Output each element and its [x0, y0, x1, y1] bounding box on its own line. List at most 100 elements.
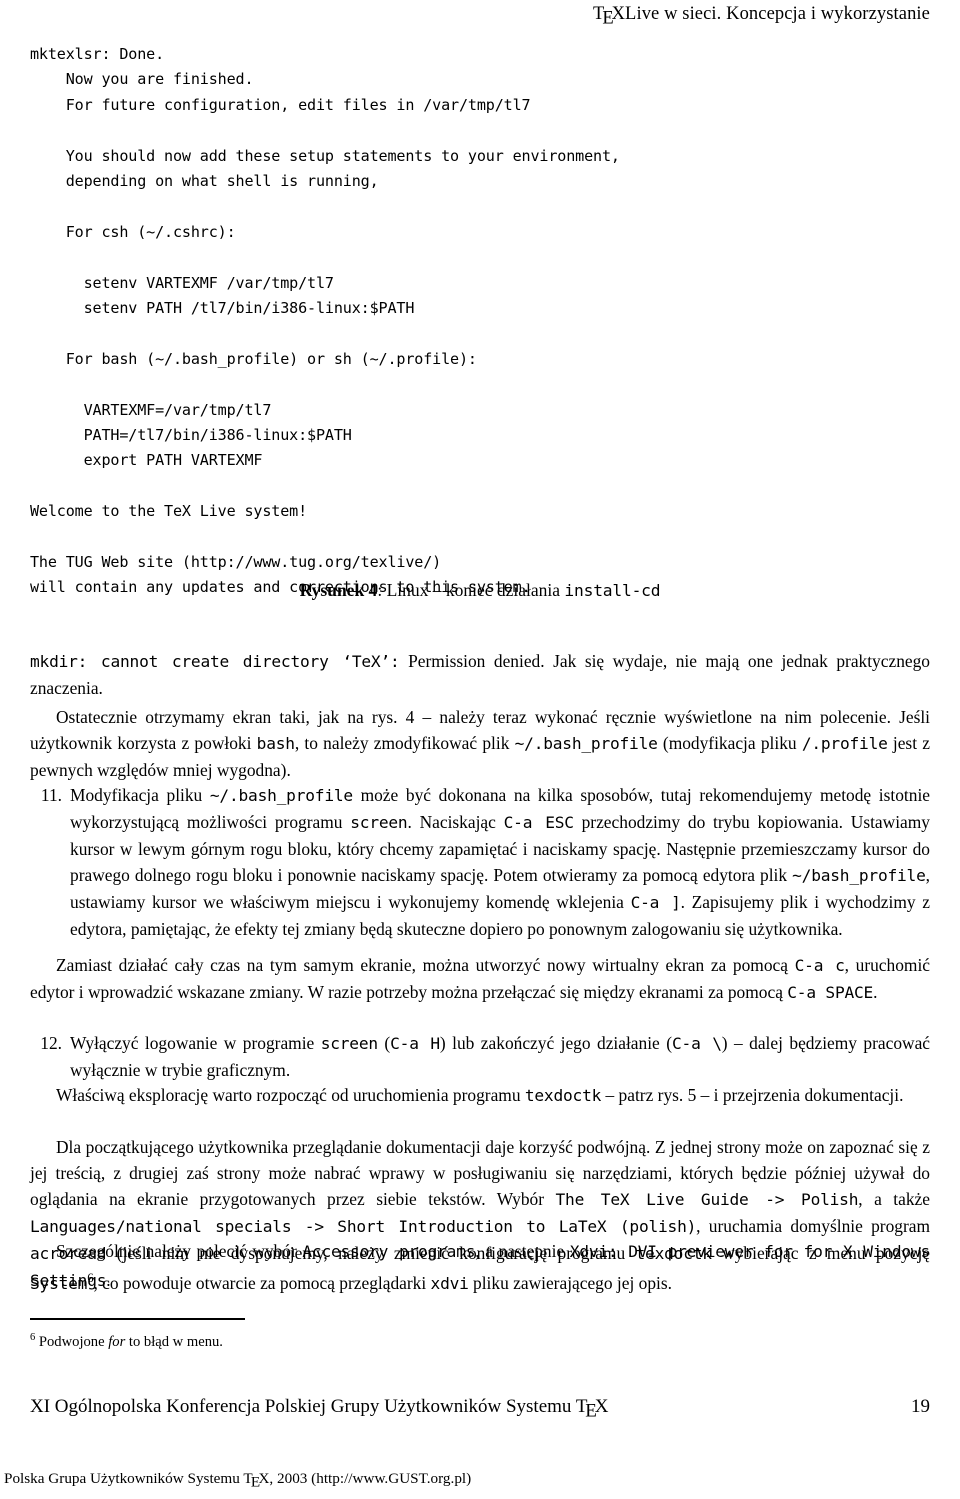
paragraph-final-screen-text: Ostatecznie otrzymamy ekran taki, jak na… [30, 704, 930, 783]
terminal-line: The TUG Web site (http://www.tug.org/tex… [30, 553, 442, 572]
final-bash-code: bash [256, 734, 295, 754]
para-accessory-code-1: Accessory programs [302, 1242, 476, 1261]
item-12-code-5: C-a \ [672, 1034, 722, 1053]
item-11-text-4: . Naciskając [407, 812, 504, 833]
terminal-line: export PATH VARTEXMF [30, 451, 263, 470]
footnote-post: to błąd w menu. [125, 1333, 223, 1350]
final-file1-code: ~/.bash_profile [514, 734, 658, 754]
figure-caption-code: install-cd [564, 581, 661, 600]
item-11-code-1: ~/.bash_profile [209, 786, 353, 805]
running-head: TEXLive w sieci. Koncepcja i wykorzystan… [593, 4, 930, 28]
colophon: Polska Grupa Użytkowników Systemu TEX, 2… [4, 1470, 472, 1490]
paragraph-mkdir-text: mkdir: cannot create directory ‘TeX’: Pe… [30, 648, 930, 701]
terminal-line: Welcome to the TeX Live system! [30, 502, 308, 521]
item-11-code-7: ~/bash_profile [792, 866, 926, 886]
terminal-line: PATH=/tl7/bin/i386-linux:$PATH [30, 426, 352, 445]
colophon-pre: Polska Grupa Użytkowników Systemu [4, 1470, 244, 1487]
para-accessory-text-5: , co powoduje otwarcie za pomocą przeglą… [93, 1272, 431, 1293]
terminal-line: mktexlsr: Done. [30, 45, 165, 63]
para-texdoctk-text-2: – patrz rys. 5 – i przejrzenia dokumenta… [601, 1085, 904, 1105]
footnote-rule [30, 1318, 245, 1320]
para-texdoctk-text-0: Właściwą eksplorację warto rozpocząć od … [56, 1085, 525, 1105]
paragraph-texdoctk: Właściwą eksplorację warto rozpocząć od … [30, 1082, 930, 1109]
terminal-output-block: mktexlsr: Done. Now you are finished. Fo… [30, 42, 930, 601]
list-item-11: 11. Modyfikacja pliku ~/.bash_profile mo… [30, 782, 930, 943]
figure-label: Rysunek 4 [299, 580, 378, 600]
para-accessory-text-2: , a następnie [475, 1241, 570, 1261]
list-item: 12. Wyłączyć logowanie w programie scree… [30, 1030, 930, 1083]
page-footer: XI Ogólnopolska Konferencja Polskiej Gru… [30, 1396, 930, 1421]
para-accessory-text-0: Szczególnie należy polecić wybór [56, 1241, 303, 1261]
terminal-line: depending on what shell is running, [30, 172, 379, 191]
paragraph-virtual-screen-text: Zamiast działać cały czas na tym samym e… [30, 952, 930, 1006]
para-accessory-code-6: xdvi [430, 1273, 469, 1293]
paragraph-virtual-screen: Zamiast działać cały czas na tym samym e… [30, 952, 930, 1006]
list-item: 11. Modyfikacja pliku ~/.bash_profile mo… [30, 782, 930, 943]
document-page: TEXLive w sieci. Koncepcja i wykorzystan… [0, 0, 960, 1499]
para-docs-text-2: , a także [858, 1189, 930, 1210]
item-12-text-2: ( [377, 1033, 391, 1053]
paragraph-final-screen: Ostatecznie otrzymamy ekran taki, jak na… [30, 704, 930, 783]
paragraph-accessory-text: Szczególnie należy polecić wybór Accesso… [30, 1238, 930, 1297]
tex-logo: TEX [576, 1396, 609, 1421]
conference-name-text: XI Ogólnopolska Konferencja Polskiej Gru… [30, 1396, 576, 1417]
colophon-post: , 2003 (http://www.GUST.org.pl) [269, 1470, 472, 1487]
terminal-line: setenv PATH /tl7/bin/i386-linux:$PATH [30, 299, 415, 318]
terminal-line: VARTEXMF=/var/tmp/tl7 [30, 400, 272, 419]
para-accessory-text-7: pliku zawierającego jej opis. [468, 1272, 672, 1293]
terminal-line: For csh (~/.cshrc): [30, 222, 236, 241]
para-screen-code-3: C-a SPACE [787, 983, 874, 1003]
para-screen-text-0: Zamiast działać cały czas na tym samym e… [56, 955, 795, 975]
tex-logo-e: E [585, 1400, 597, 1422]
paragraph-accessory: Szczególnie należy polecić wybór Accesso… [30, 1238, 930, 1297]
terminal-line: Now you are finished. [30, 70, 254, 89]
terminal-line: You should now add these setup statement… [30, 146, 620, 165]
item-11-code-9: C-a ] [630, 893, 681, 913]
list-item-number: 12. [40, 1033, 62, 1053]
conference-name: XI Ogólnopolska Konferencja Polskiej Gru… [30, 1396, 609, 1421]
running-head-text: XLive w sieci. Koncepcja i wykorzystanie [611, 4, 930, 24]
item-12-text-0: Wyłączyć logowanie w programie [70, 1033, 321, 1053]
list-item-number: 11. [40, 785, 62, 805]
terminal-line: setenv VARTEXMF /var/tmp/tl7 [30, 273, 334, 292]
final-b: , to należy zmodyfikować plik [294, 733, 515, 754]
list-item-12: 12. Wyłączyć logowanie w programie scree… [30, 1030, 930, 1083]
tex-logo-e: E [602, 8, 614, 29]
terminal-line: For future configuration, edit files in … [30, 95, 531, 114]
footnote-pre: Podwojone [35, 1333, 109, 1350]
para-docs-text-4: , uruchamia domyślnie program [696, 1216, 930, 1237]
mkdir-code: mkdir: cannot create directory ‘TeX’: [30, 652, 400, 671]
paragraph-texdoctk-text: Właściwą eksplorację warto rozpocząć od … [30, 1082, 930, 1109]
para-screen-code-1: C-a c [794, 956, 845, 975]
item-12-code-1: screen [320, 1034, 378, 1053]
footnote: 6 Podwojone for to błąd w menu. [30, 1328, 630, 1352]
item-12-code-3: C-a H [390, 1034, 440, 1053]
tex-logo-e: E [250, 1473, 261, 1491]
final-c: (modyfikacja pliku [657, 733, 802, 754]
item-11-text-0: Modyfikacja pliku [70, 785, 210, 805]
item-12-text-4: ) lub zakończyć jego działanie ( [439, 1033, 672, 1053]
terminal-line: For bash (~/.bash_profile) or sh (~/.pro… [30, 349, 477, 368]
paragraph-mkdir: mkdir: cannot create directory ‘TeX’: Pe… [30, 648, 930, 701]
para-docs-code-1: The TeX Live Guide -> Polish [555, 1190, 859, 1210]
footnote-italic: for [108, 1333, 126, 1350]
list-item-body: Wyłączyć logowanie w programie screen (C… [70, 1030, 930, 1083]
figure-separator: : [377, 580, 387, 600]
para-screen-text-4: . [873, 982, 878, 1003]
tex-logo: TEX [243, 1470, 269, 1490]
list-item-body: Modyfikacja pliku ~/.bash_profile może b… [70, 782, 930, 943]
figure-caption-text: Linux – koniec działania [386, 580, 565, 600]
para-texdoctk-code-1: texdoctk [524, 1086, 602, 1105]
item-11-code-5: C-a ESC [503, 813, 574, 833]
tex-logo: TE [593, 4, 614, 28]
para-docs-code-3: Languages/national specials -> Short Int… [30, 1217, 697, 1237]
figure-caption: Rysunek 4: Linux – koniec działania inst… [0, 580, 960, 601]
final-file2-code: /.profile [801, 734, 888, 754]
